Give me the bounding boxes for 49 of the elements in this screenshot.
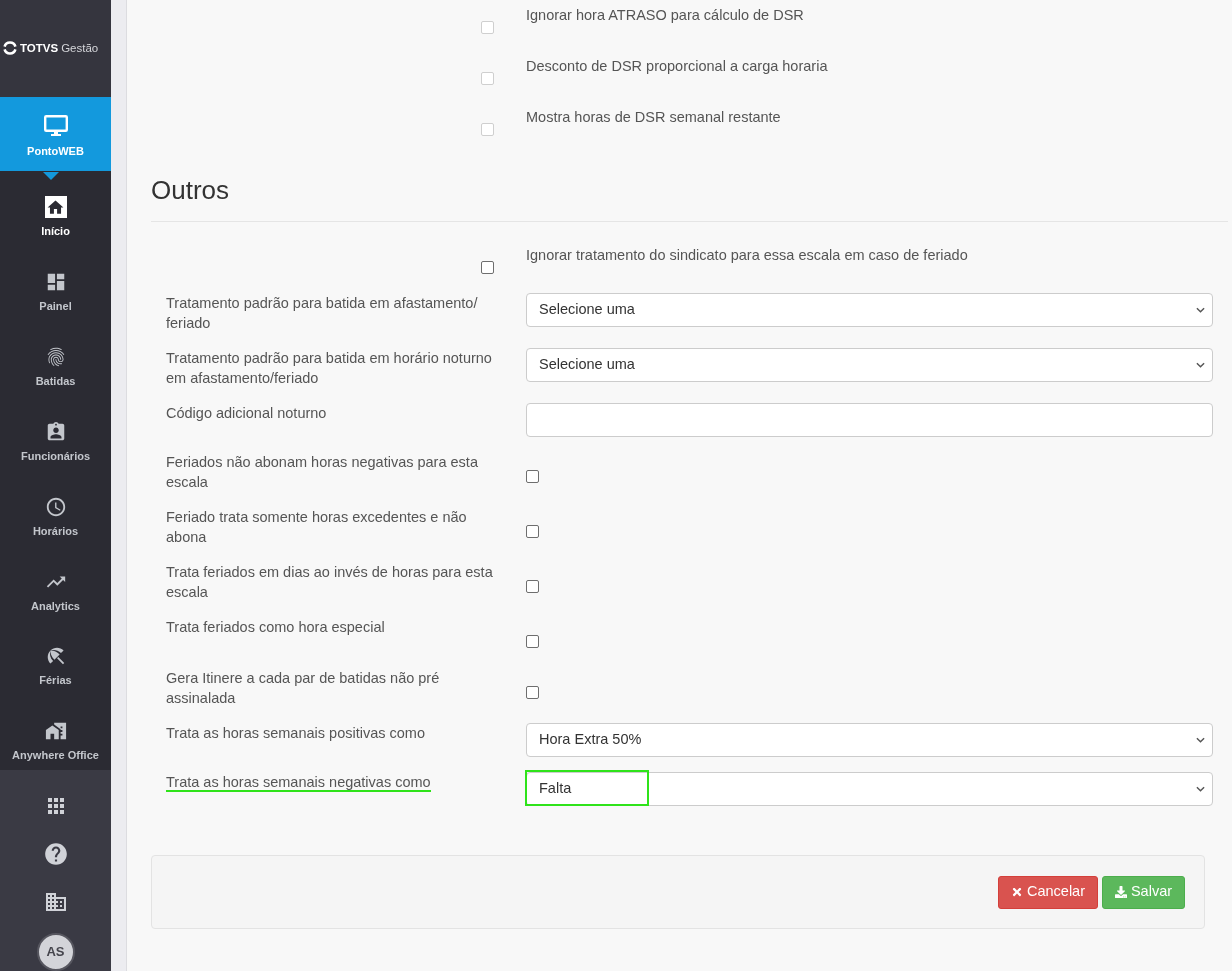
- option-label: Ignorar hora ATRASO para cálculo de DSR: [526, 7, 804, 23]
- sidebar-item[interactable]: Início: [0, 171, 111, 247]
- monitor-icon: [43, 114, 68, 137]
- sidebar-item[interactable]: Analytics: [0, 545, 111, 621]
- select-field[interactable]: Selecione uma: [526, 293, 1213, 327]
- logo-icon: [3, 41, 17, 56]
- sidebar-item[interactable]: Férias: [0, 620, 111, 696]
- option-label: Mostra horas de DSR semanal restante: [526, 109, 781, 125]
- field-label: Tratamento padrão para batida em horário noturno em afastamento/feriado: [166, 350, 492, 386]
- field-label: Feriado trata somente horas excedentes e não abona: [166, 509, 467, 545]
- checkbox[interactable]: [526, 686, 539, 699]
- field-label: Trata feriados como hora especial: [166, 619, 385, 635]
- sidebar-item[interactable]: Funcionários: [0, 395, 111, 471]
- clock-icon: [44, 495, 67, 518]
- field-label: Trata as horas semanais positivas como: [166, 725, 425, 741]
- checkbox[interactable]: [526, 635, 539, 648]
- sidebar-item[interactable]: Batidas: [0, 321, 111, 396]
- input-field[interactable]: [526, 403, 1213, 437]
- field-label: Tratamento padrão para batida em afastamento/feriado: [166, 295, 478, 331]
- sidebar-item[interactable]: Anywhere Office: [0, 695, 111, 770]
- user-avatar[interactable]: AS: [36, 932, 75, 971]
- close-icon: [1011, 886, 1023, 898]
- product-name: Gestão: [61, 41, 99, 56]
- field-label: Trata as horas semanais negativas como: [166, 774, 431, 792]
- brand-name: TOTVS: [20, 41, 59, 56]
- chevron-down-icon: [1196, 307, 1205, 313]
- section-title: Outros: [151, 174, 231, 207]
- field-label: Gera Itinere a cada par de batidas não pré assinalada: [166, 670, 440, 706]
- field-label: Trata feriados em dias ao invés de horas para esta escala: [166, 564, 493, 600]
- sidebar-item[interactable]: Painel: [0, 246, 111, 322]
- field-label: Feriados não abonam horas negativas para esta escala: [166, 454, 478, 490]
- checkbox[interactable]: [481, 261, 494, 274]
- checkbox[interactable]: [526, 470, 539, 483]
- select-field[interactable]: Selecione uma: [526, 348, 1213, 382]
- option-label: Ignorar tratamento do sindicato para essa escala em caso de feriado: [526, 247, 968, 263]
- sidebar-item[interactable]: Horários: [0, 470, 111, 546]
- home-icon: [44, 196, 67, 219]
- field-label: Código adicional noturno: [166, 405, 327, 421]
- chevron-down-icon: [1196, 737, 1205, 743]
- checkbox[interactable]: [526, 525, 539, 538]
- chevron-down-icon: [1196, 362, 1205, 368]
- checkbox[interactable]: [526, 580, 539, 593]
- select-field[interactable]: Falta: [526, 772, 1213, 806]
- download-icon: [1114, 886, 1127, 898]
- option-label: Desconto de DSR proporcional a carga horaria: [526, 58, 828, 74]
- select-field[interactable]: Hora Extra 50%: [526, 723, 1213, 757]
- cancel-button[interactable]: Cancelar: [998, 875, 1098, 909]
- chevron-down-icon: [1196, 786, 1205, 792]
- help-icon[interactable]: [42, 840, 69, 867]
